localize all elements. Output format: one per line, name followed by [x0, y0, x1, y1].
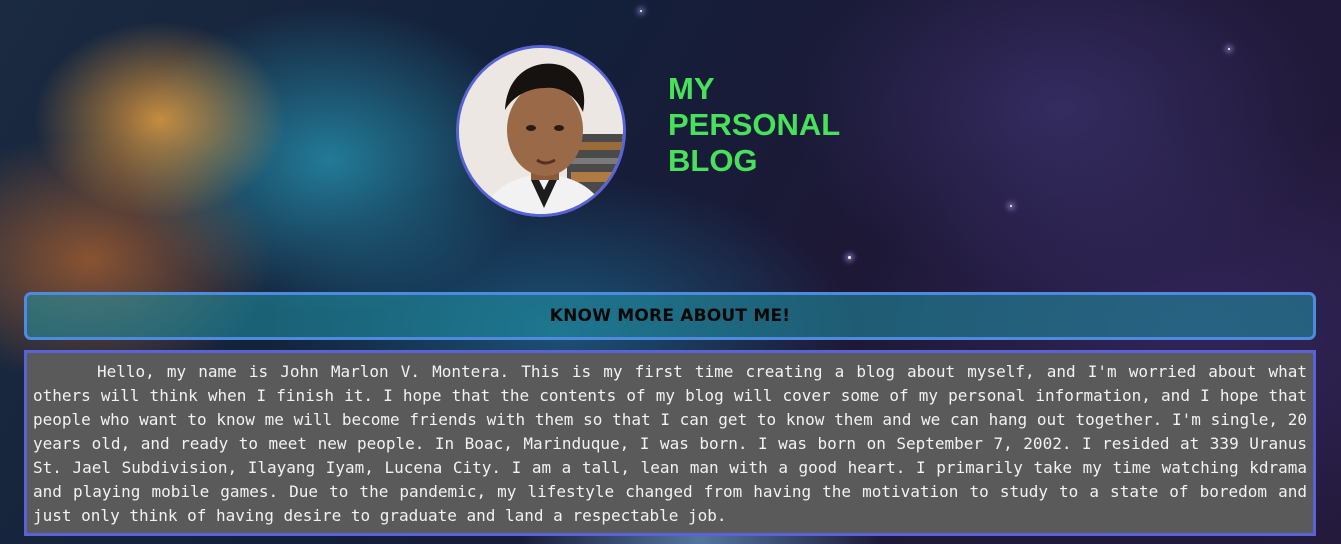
background-star: [1010, 205, 1012, 207]
profile-avatar: [456, 45, 626, 217]
know-more-heading: KNOW MORE ABOUT ME!: [549, 306, 791, 326]
background-star: [640, 10, 642, 12]
about-me-box: Hello, my name is John Marlon V. Montera…: [24, 350, 1316, 536]
profile-photo-icon: [459, 48, 623, 214]
background-star: [1228, 48, 1230, 50]
about-me-text: Hello, my name is John Marlon V. Montera…: [33, 362, 1307, 525]
background-star: [848, 256, 851, 259]
blog-header: MY PERSONAL BLOG: [456, 45, 868, 217]
blog-title: MY PERSONAL BLOG: [668, 71, 840, 178]
know-more-section-bar: KNOW MORE ABOUT ME!: [24, 292, 1316, 340]
